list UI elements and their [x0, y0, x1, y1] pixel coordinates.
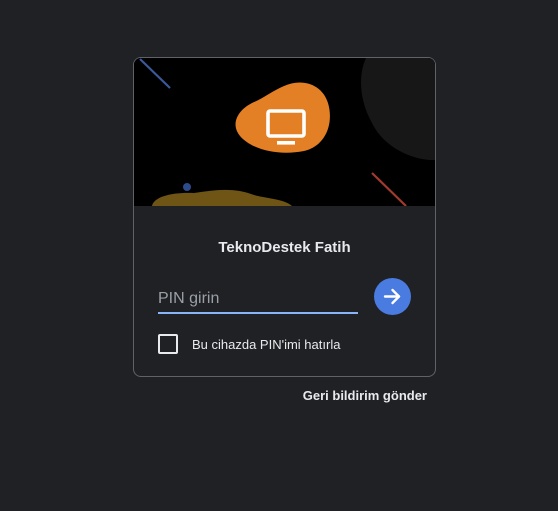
remember-pin-row[interactable]: Bu cihazda PIN'imi hatırla — [158, 334, 340, 354]
monitor-icon — [265, 107, 307, 149]
pin-card: TeknoDestek Fatih Bu cihazda PIN'imi hat… — [133, 57, 436, 377]
banner-illustration — [134, 58, 435, 206]
pin-input[interactable] — [158, 286, 358, 314]
send-feedback-link[interactable]: Geri bildirim gönder — [303, 388, 427, 403]
submit-pin-button[interactable] — [374, 278, 411, 315]
remember-pin-label: Bu cihazda PIN'imi hatırla — [192, 336, 341, 352]
remember-pin-checkbox[interactable] — [158, 334, 178, 354]
device-name: TeknoDestek Fatih — [218, 239, 351, 256]
